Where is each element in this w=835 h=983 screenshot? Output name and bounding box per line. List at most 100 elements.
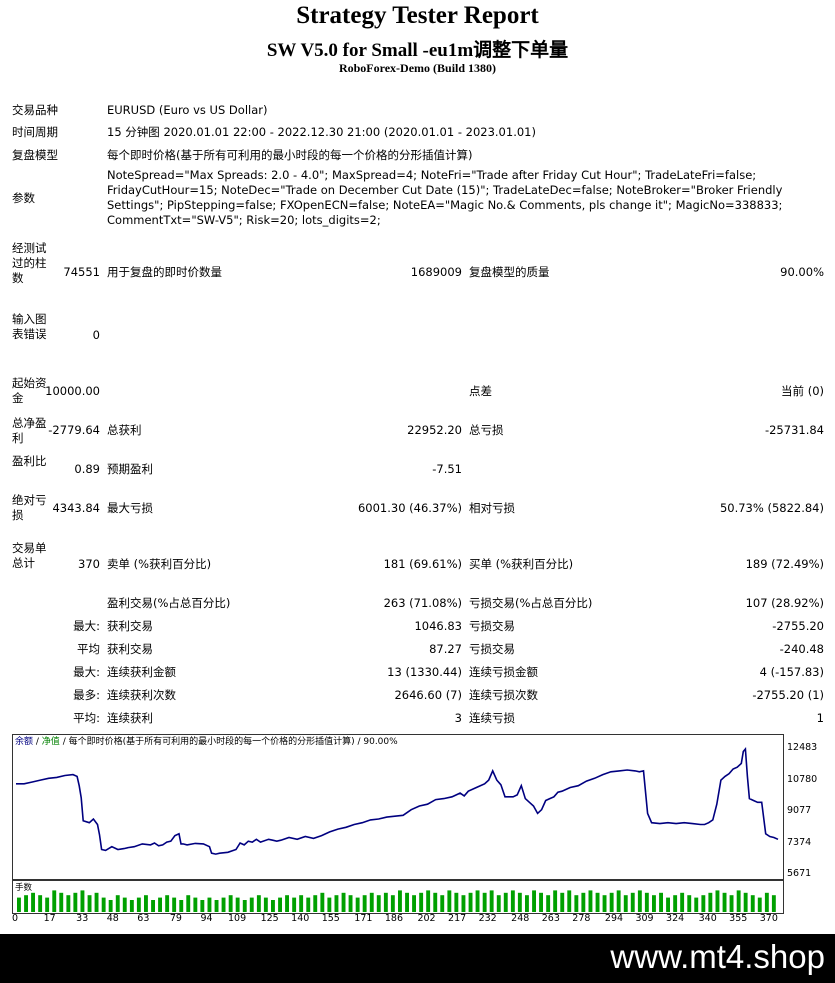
x-tick-label: 294 <box>604 913 624 924</box>
largest-profit-value: 1046.83 <box>414 619 462 633</box>
volume-bar <box>17 897 21 912</box>
maxcons-wins-value: 13 (1330.44) <box>387 665 462 679</box>
y-tick-label: 7374 <box>787 836 812 848</box>
volume-bar <box>687 895 692 912</box>
volume-bar <box>567 890 572 912</box>
x-tick-label: 355 <box>729 913 748 924</box>
model-value: 每个即时价格(基于所有可利用的最小时段的每一个价格的分形插值计算) <box>107 148 473 162</box>
volume-bar <box>390 895 395 912</box>
volume-bar <box>461 895 466 912</box>
volume-bar <box>574 895 579 912</box>
balance-chart: 余额 / 净值 / 每个即时价格(基于所有可利用的最小时段的每一个价格的分形插值… <box>12 734 784 880</box>
volume-bar <box>306 897 311 912</box>
x-tick-label: 278 <box>572 913 591 924</box>
volume-bar <box>292 897 297 912</box>
volume-bar <box>313 895 318 912</box>
maximal-profit-value: 2646.60 (7) <box>394 688 462 702</box>
absdd-value: 4343.84 <box>52 501 100 515</box>
x-tick-label: 370 <box>759 913 778 924</box>
y-tick-label: 5671 <box>787 868 812 879</box>
volume-bar <box>426 890 431 912</box>
volume-bar <box>743 892 748 912</box>
grossprofit-label: 总获利 <box>107 423 142 437</box>
volume-bar <box>412 895 416 912</box>
x-tick-label: 79 <box>169 913 182 924</box>
maxcons-prefix: 最大: <box>73 665 100 679</box>
volume-bar <box>440 895 445 912</box>
chart-legend: 余额 / 净值 / 每个即时价格(基于所有可利用的最小时段的每一个价格的分形插值… <box>15 737 398 747</box>
volume-bar <box>341 892 346 912</box>
x-tick-label: 263 <box>541 913 560 924</box>
y-tick-label: 12483 <box>787 742 818 753</box>
expected-label: 预期盈利 <box>107 462 153 476</box>
x-tick-label: 232 <box>478 913 497 924</box>
volume-bar <box>24 895 28 912</box>
volume-label: 手数 <box>15 883 33 893</box>
volume-bar <box>468 892 473 912</box>
volume-bar <box>179 900 184 912</box>
short-label: 卖单 (%获利百分比) <box>107 557 212 571</box>
volume-bar <box>489 890 494 912</box>
loss-trades-value: 107 (28.92%) <box>745 596 824 610</box>
volume-bar <box>242 900 247 912</box>
x-tick-label: 63 <box>137 913 150 924</box>
avgcons-losses-value: 1 <box>816 711 824 725</box>
period-label: 时间周期 <box>12 125 58 139</box>
x-tick-label: 109 <box>227 913 247 924</box>
volume-bar <box>59 892 64 912</box>
volume-bar <box>609 892 614 912</box>
volume-bar <box>38 895 43 912</box>
volume-bar <box>482 892 487 912</box>
volume-bar <box>652 895 656 912</box>
watermark-bar: www.mt4.shop <box>0 934 835 983</box>
symbol-value: EURUSD (Euro vs US Dollar) <box>107 103 268 117</box>
x-tick-label: 202 <box>417 913 436 924</box>
volume-bar <box>757 897 762 912</box>
server-build: RoboForex-Demo (Build 1380) <box>338 61 497 75</box>
volume-bar <box>52 890 57 912</box>
volume-bar <box>659 892 663 912</box>
volume-bar <box>771 895 776 912</box>
x-tick-label: 140 <box>291 913 310 924</box>
x-tick-label: 94 <box>200 913 213 924</box>
grossprofit-value: 22952.20 <box>407 423 462 437</box>
volume-bar <box>623 895 628 912</box>
deposit-value: 10000.00 <box>45 384 100 398</box>
volume-bar <box>151 900 155 912</box>
volume-bar <box>193 897 198 912</box>
volume-bar <box>221 897 226 912</box>
volume-bar <box>637 890 642 912</box>
volume-bar <box>158 897 162 912</box>
x-tick-label: 17 <box>43 913 56 924</box>
volume-bar <box>369 892 374 912</box>
volume-bar <box>496 895 501 912</box>
profit-trades-value: 263 (71.08%) <box>383 596 462 610</box>
spread-value: 当前 (0) <box>781 384 824 398</box>
x-axis-labels: 0 17 33 48 63 79 94 109 125 140 155 171 186 202 217 232… <box>0 913 835 929</box>
volume-bar <box>419 892 424 912</box>
volume-bar <box>510 890 515 912</box>
y-axis-labels: 12483 10780 9077 7374 5671 <box>783 734 835 884</box>
volume-bar <box>433 892 438 912</box>
volume-bar <box>73 892 78 912</box>
spread-label: 点差 <box>469 384 492 398</box>
grossloss-value: -25731.84 <box>764 423 824 437</box>
volume-bar <box>539 892 543 912</box>
largest-loss-label: 亏损交易 <box>469 619 515 633</box>
x-tick-label: 309 <box>635 913 654 924</box>
volume-bar <box>348 895 353 912</box>
errors-value: 0 <box>92 328 100 342</box>
volume-bar <box>122 897 127 912</box>
volume-bar <box>87 895 92 912</box>
legend-balance: 余额 <box>15 737 34 747</box>
x-tick-label: 248 <box>511 913 530 924</box>
model-label: 复盘模型 <box>12 148 58 162</box>
loss-trades-label: 亏损交易(%占总百分比) <box>469 596 593 610</box>
volume-bar <box>278 897 282 912</box>
volume-bar <box>405 892 409 912</box>
volume-bar <box>228 895 233 912</box>
volume-bar <box>165 895 170 912</box>
volume-bar <box>66 895 71 912</box>
volume-bar <box>736 890 741 912</box>
volume-bar <box>200 900 205 912</box>
